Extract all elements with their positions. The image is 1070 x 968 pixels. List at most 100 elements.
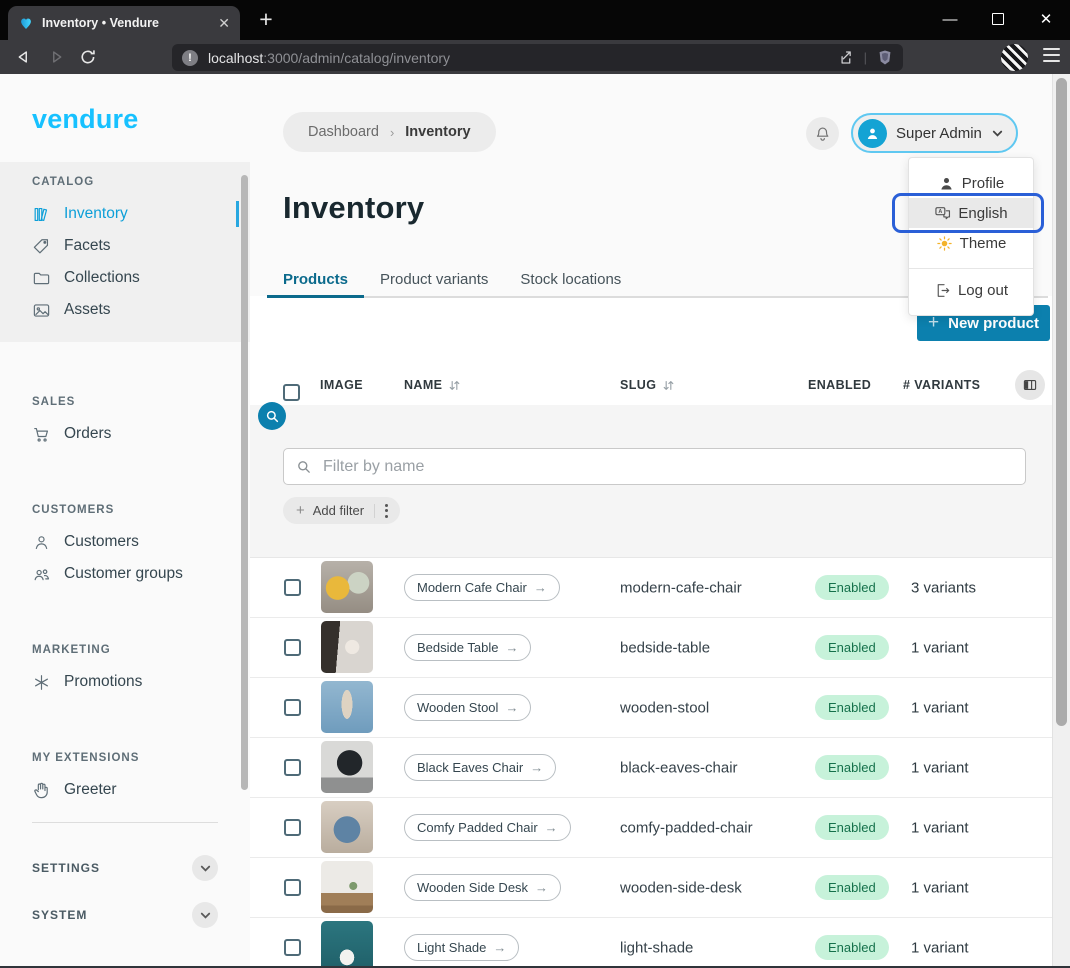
tab-product-variants[interactable]: Product variants	[364, 264, 504, 296]
window-maximize-button[interactable]	[974, 0, 1022, 38]
browser-profile-avatar[interactable]	[1001, 44, 1028, 71]
vendure-logo[interactable]: vendure	[32, 104, 138, 135]
product-name-link[interactable]: Modern Cafe Chair→	[404, 574, 560, 601]
product-slug: light-shade	[620, 939, 693, 956]
sidebar-group-settings[interactable]: SETTINGS	[32, 855, 218, 881]
sidebar-item-assets[interactable]: Assets	[0, 294, 250, 326]
search-toggle-button[interactable]	[258, 402, 286, 430]
product-name-link[interactable]: Light Shade→	[404, 934, 519, 961]
status-badge: Enabled	[815, 695, 889, 720]
sidebar-section-catalog: CATALOG Inventory Facets Collections Ass…	[0, 162, 250, 342]
window-close-button[interactable]: ✕	[1022, 0, 1070, 38]
add-filter-label: Add filter	[313, 503, 364, 518]
back-icon[interactable]	[12, 45, 36, 69]
breadcrumb: Dashboard › Inventory	[283, 112, 496, 152]
toolbar-divider: |	[864, 50, 867, 65]
status-badge: Enabled	[815, 875, 889, 900]
row-checkbox[interactable]	[284, 819, 301, 836]
section-label: CATALOG	[32, 176, 250, 188]
browser-tab[interactable]: Inventory • Vendure ✕	[8, 6, 240, 40]
sidebar-item-greeter[interactable]: Greeter	[0, 774, 250, 806]
menu-item-theme[interactable]: Theme	[909, 228, 1033, 258]
browser-scrollbar[interactable]	[1052, 74, 1070, 966]
sidebar-item-label: Assets	[64, 301, 111, 319]
window-minimize-button[interactable]: —	[926, 0, 974, 38]
sidebar-group-system[interactable]: SYSTEM	[32, 902, 218, 928]
menu-item-label: Theme	[960, 235, 1007, 252]
product-name-link[interactable]: Bedside Table→	[404, 634, 531, 661]
breadcrumb-dashboard[interactable]: Dashboard	[308, 124, 379, 140]
product-slug: wooden-side-desk	[620, 879, 742, 896]
sort-icon[interactable]	[448, 379, 461, 392]
product-slug: wooden-stool	[620, 699, 709, 716]
variant-count: 1 variant	[911, 699, 969, 716]
product-name: Modern Cafe Chair	[417, 580, 527, 595]
menu-item-profile[interactable]: Profile	[909, 168, 1033, 198]
filter-input[interactable]	[321, 457, 1013, 477]
product-name-link[interactable]: Comfy Padded Chair→	[404, 814, 571, 841]
column-label: NAME	[404, 378, 442, 392]
sidebar-scrollbar[interactable]	[241, 175, 248, 790]
sidebar-section-customers: CUSTOMERS Customers Customer groups	[0, 504, 250, 590]
sidebar-item-customers[interactable]: Customers	[0, 526, 250, 558]
sidebar-item-collections[interactable]: Collections	[0, 262, 250, 294]
kebab-menu-icon[interactable]	[383, 500, 390, 522]
menu-item-language[interactable]: A English	[909, 198, 1033, 228]
tab-close-icon[interactable]: ✕	[218, 16, 230, 30]
svg-text:A: A	[939, 209, 943, 215]
folder-icon	[32, 269, 51, 288]
column-settings-button[interactable]	[1015, 370, 1045, 400]
chevron-down-icon[interactable]	[192, 855, 218, 881]
tab-stock-locations[interactable]: Stock locations	[504, 264, 637, 296]
sort-icon[interactable]	[662, 379, 675, 392]
section-label: MARKETING	[32, 644, 250, 656]
table-row: Bedside Table→ bedside-table Enabled 1 v…	[250, 618, 1052, 678]
sidebar-item-inventory[interactable]: Inventory	[0, 198, 250, 230]
share-icon[interactable]	[837, 49, 854, 66]
add-filter-button[interactable]: + Add filter	[283, 497, 400, 524]
sidebar-divider	[32, 822, 218, 823]
product-name-link[interactable]: Wooden Stool→	[404, 694, 531, 721]
reload-icon[interactable]	[76, 45, 100, 69]
breadcrumb-separator: ›	[390, 125, 394, 140]
tab-products[interactable]: Products	[267, 264, 364, 296]
row-checkbox[interactable]	[284, 699, 301, 716]
sidebar-item-promotions[interactable]: Promotions	[0, 666, 250, 698]
user-menu-button[interactable]: Super Admin	[851, 113, 1018, 153]
table-header: IMAGE NAME SLUG ENABLED # VARIANTS	[250, 365, 1052, 405]
url-bar[interactable]: ! localhost:3000/admin/catalog/inventory…	[172, 44, 903, 71]
column-header-name[interactable]: NAME	[404, 365, 461, 405]
product-name-link[interactable]: Wooden Side Desk→	[404, 874, 561, 901]
browser-menu-icon[interactable]	[1043, 48, 1060, 62]
select-all-checkbox[interactable]	[283, 384, 300, 401]
row-checkbox[interactable]	[284, 639, 301, 656]
row-checkbox[interactable]	[284, 579, 301, 596]
notifications-button[interactable]	[806, 117, 839, 150]
arrow-right-icon: →	[545, 820, 558, 835]
chevron-down-icon[interactable]	[192, 902, 218, 928]
forward-icon[interactable]	[44, 45, 68, 69]
site-info-icon[interactable]: !	[182, 50, 198, 66]
vendure-admin-app: vendure CATALOG Inventory Facets Collect…	[0, 74, 1070, 966]
column-header-slug[interactable]: SLUG	[620, 365, 675, 405]
breadcrumb-inventory[interactable]: Inventory	[405, 124, 470, 140]
column-header-variants[interactable]: # VARIANTS	[903, 365, 980, 405]
brave-shield-icon[interactable]	[877, 49, 893, 66]
new-tab-button[interactable]: +	[252, 6, 280, 33]
row-checkbox[interactable]	[284, 879, 301, 896]
table-row: Modern Cafe Chair→ modern-cafe-chair Ena…	[250, 558, 1052, 618]
menu-item-label: Log out	[958, 282, 1008, 299]
row-checkbox[interactable]	[284, 759, 301, 776]
row-checkbox[interactable]	[284, 939, 301, 956]
scrollbar-thumb[interactable]	[1056, 78, 1067, 726]
new-product-label: New product	[948, 315, 1039, 332]
sidebar-item-facets[interactable]: Facets	[0, 230, 250, 262]
product-thumbnail	[321, 621, 373, 673]
product-name-link[interactable]: Black Eaves Chair→	[404, 754, 556, 781]
menu-item-logout[interactable]: Log out	[909, 275, 1033, 305]
vendure-favicon	[18, 15, 34, 31]
column-header-enabled[interactable]: ENABLED	[808, 365, 871, 405]
sidebar-item-orders[interactable]: Orders	[0, 418, 250, 450]
sidebar-item-customer-groups[interactable]: Customer groups	[0, 558, 250, 590]
column-header-image[interactable]: IMAGE	[320, 365, 363, 405]
